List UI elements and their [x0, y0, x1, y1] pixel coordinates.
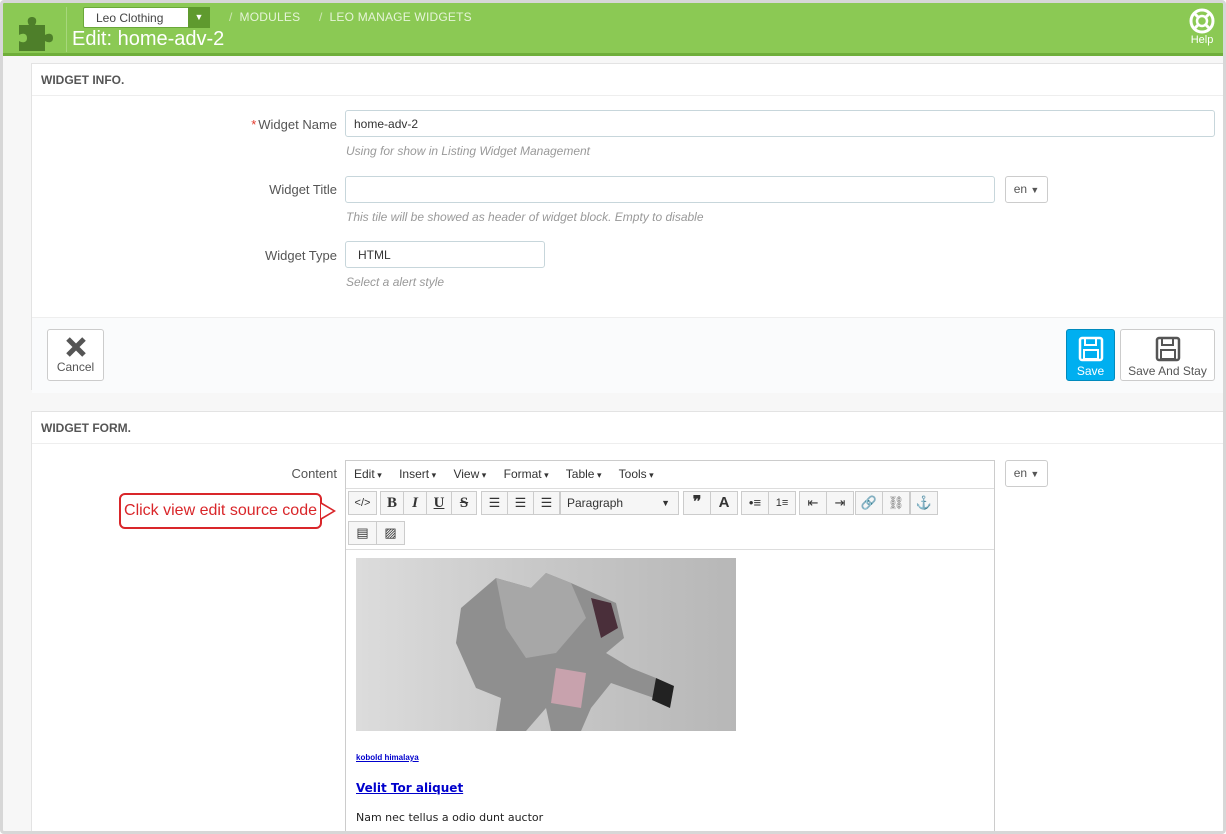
save-and-stay-button[interactable]: Save And Stay: [1120, 329, 1215, 381]
blockquote-icon[interactable]: ❞: [683, 491, 711, 515]
menu-view[interactable]: View: [453, 467, 486, 481]
editor-menubar: Edit Insert View Format Table Tools: [346, 461, 994, 489]
puzzle-module-icon: [19, 17, 53, 51]
italic-icon[interactable]: I: [403, 491, 427, 515]
chevron-down-icon[interactable]: ▼: [188, 7, 210, 28]
anchor-icon[interactable]: ⚓: [910, 491, 938, 515]
align-left-icon[interactable]: ☰: [481, 491, 508, 515]
numbered-list-icon[interactable]: 1≡: [768, 491, 796, 515]
align-right-icon[interactable]: ☰: [533, 491, 560, 515]
breadcrumb-modules[interactable]: / MODULES: [229, 10, 300, 24]
underline-icon[interactable]: U: [426, 491, 452, 515]
chevron-down-icon: ▼: [661, 498, 670, 508]
header-divider: [66, 7, 67, 52]
bold-icon[interactable]: B: [380, 491, 404, 515]
content-heading-link[interactable]: Velit Tor aliquet: [356, 781, 984, 795]
source-code-callout: Click view edit source code: [119, 493, 336, 529]
menu-insert[interactable]: Insert: [399, 467, 436, 481]
format-select-value: Paragraph: [567, 496, 624, 510]
content-small-link[interactable]: kobold himalaya: [356, 753, 984, 762]
panel-footer: Cancel Save Save And Stay: [32, 317, 1223, 393]
unlink-icon[interactable]: ⛓: [882, 491, 910, 515]
callout-pointer-inner: [321, 504, 333, 518]
widget-title-help: This tile will be showed as header of wi…: [346, 210, 704, 224]
widget-type-label: Widget Type: [264, 248, 337, 263]
cancel-label: Cancel: [56, 360, 95, 374]
menu-edit[interactable]: Edit: [354, 467, 382, 481]
rich-text-editor: Edit Insert View Format Table Tools </> …: [345, 460, 995, 831]
floppy-disk-icon: [1078, 336, 1103, 362]
widget-form-panel: WIDGET FORM. Content en ▼ Edit Insert Vi…: [31, 411, 1223, 831]
content-language-button[interactable]: en ▼: [1005, 460, 1048, 487]
help-label: Help: [1190, 34, 1214, 46]
widget-type-help: Select a alert style: [346, 275, 445, 289]
page-title: Edit: home-adv-2: [72, 28, 225, 50]
callout-text: Click view edit source code: [119, 493, 322, 529]
format-select[interactable]: Paragraph ▼: [560, 491, 679, 515]
shop-selector[interactable]: Leo Clothing ▼: [83, 7, 210, 28]
text-color-icon[interactable]: A: [710, 491, 738, 515]
align-center-icon[interactable]: ☰: [507, 491, 534, 515]
widget-info-panel: WIDGET INFO. * Widget Name home-adv-2 Usi…: [31, 63, 1223, 393]
widget-type-field[interactable]: HTML: [345, 241, 545, 268]
link-icon[interactable]: 🔗: [855, 491, 883, 515]
floppy-disk-icon: [1155, 336, 1180, 362]
save-label: Save: [1076, 364, 1105, 378]
outdent-icon[interactable]: ⇤: [799, 491, 827, 515]
help-button[interactable]: Help: [1185, 8, 1219, 46]
bullet-list-icon[interactable]: •≡: [741, 491, 769, 515]
breadcrumb-manage-widgets[interactable]: / LEO MANAGE WIDGETS: [319, 10, 472, 24]
menu-table[interactable]: Table: [566, 467, 602, 481]
indent-icon[interactable]: ⇥: [826, 491, 854, 515]
image-icon[interactable]: ▨: [376, 521, 405, 545]
widget-title-language-button[interactable]: en ▼: [1005, 176, 1048, 203]
save-button[interactable]: Save: [1066, 329, 1115, 381]
widget-name-input[interactable]: home-adv-2: [345, 110, 1215, 137]
source-code-icon[interactable]: </>: [348, 491, 377, 515]
close-icon: [65, 337, 86, 357]
menu-tools[interactable]: Tools: [619, 467, 654, 481]
widget-title-input[interactable]: [345, 176, 995, 203]
cancel-button[interactable]: Cancel: [47, 329, 104, 381]
widget-form-heading: WIDGET FORM.: [32, 412, 1223, 444]
top-header: Leo Clothing ▼ / MODULES / LEO MANAGE WIDG…: [3, 3, 1223, 56]
widget-name-label: * Widget Name: [251, 117, 337, 132]
widget-info-heading: WIDGET INFO.: [32, 64, 1223, 96]
save-and-stay-label: Save And Stay: [1128, 364, 1207, 378]
content-label: Content: [291, 466, 337, 481]
media-film-icon[interactable]: ▤: [348, 521, 377, 545]
widget-title-label: Widget Title: [269, 182, 337, 197]
app-frame: Leo Clothing ▼ / MODULES / LEO MANAGE WIDG…: [0, 0, 1226, 834]
editor-content-area[interactable]: kobold himalaya Velit Tor aliquet Nam ne…: [346, 549, 994, 831]
widget-name-help: Using for show in Listing Widget Managem…: [346, 144, 591, 158]
content-paragraph: Nam nec tellus a odio dunt auctor: [356, 811, 544, 824]
strikethrough-icon[interactable]: S: [451, 491, 477, 515]
content-image: [356, 558, 736, 731]
lifebuoy-icon: [1189, 8, 1215, 34]
menu-format[interactable]: Format: [504, 467, 549, 481]
editor-toolbar: </> B I U S ☰ ☰ ☰ Paragraph ▼ ❞ A •≡ 1≡ ⇤…: [348, 491, 994, 547]
shop-selector-label: Leo Clothing: [96, 11, 164, 25]
